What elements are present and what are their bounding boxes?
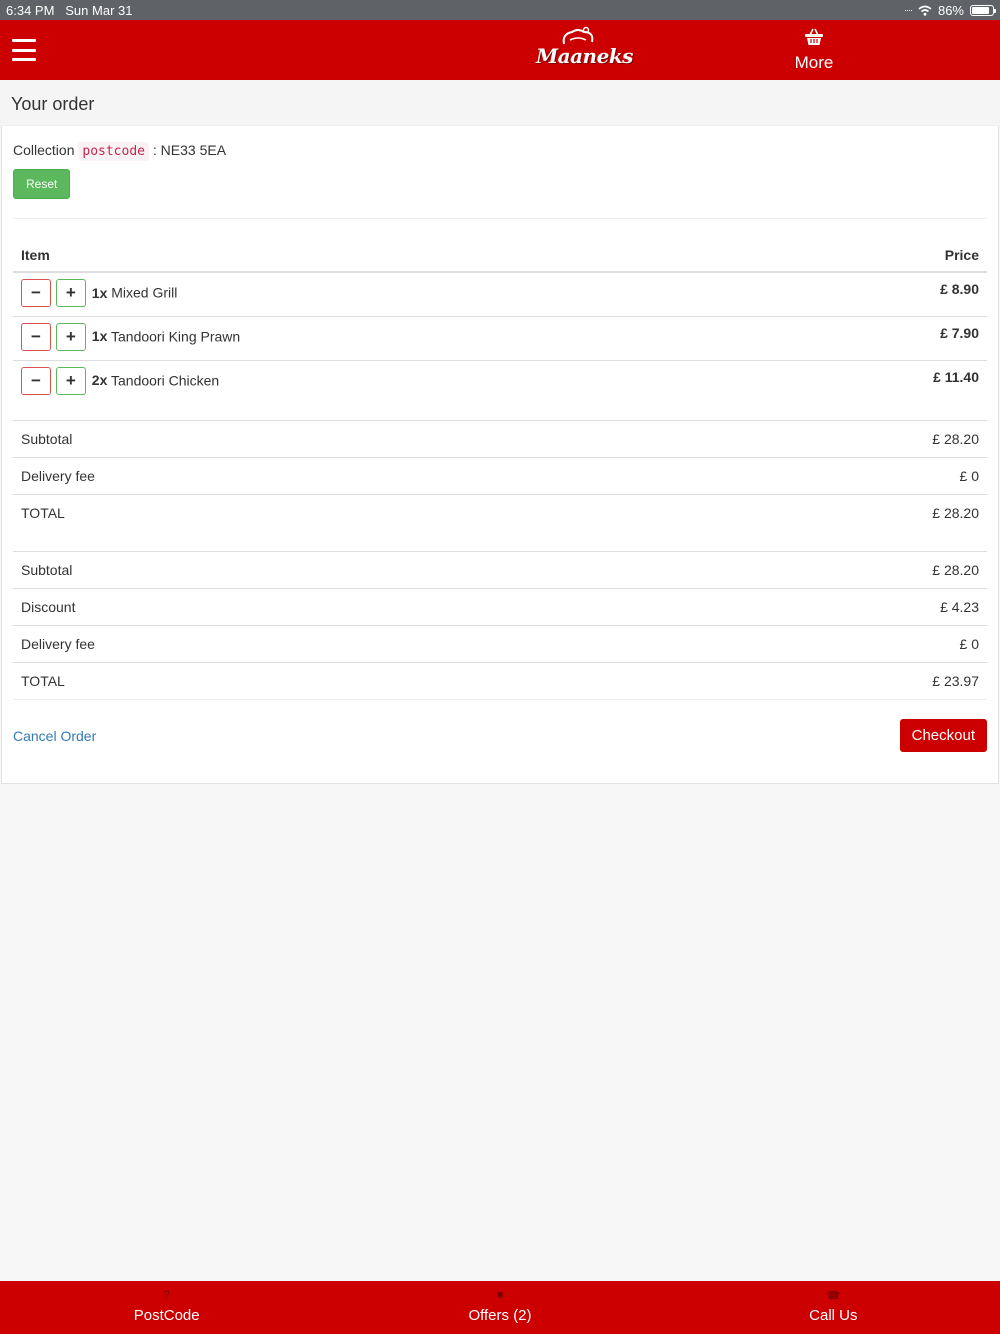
status-left: 6:34 PM Sun Mar 31 (6, 3, 132, 18)
battery-icon (970, 4, 996, 16)
totals-label: Subtotal (13, 420, 587, 458)
signal-icon: ···· (903, 5, 913, 15)
bottom-nav-bar: ? PostCode ■ Offers (2) ☎ Call Us (0, 1281, 1000, 1334)
collection-label: Collection (13, 142, 75, 158)
more-label: More (794, 53, 834, 72)
increase-quantity-button[interactable]: + (55, 366, 86, 395)
panel-heading: Your order (0, 80, 1000, 126)
totals-row: TOTAL £ 28.20 (13, 494, 987, 531)
bottom-nav-label: PostCode (133, 1307, 200, 1324)
battery-percent: 86% (937, 2, 964, 18)
decrease-quantity-button[interactable]: − (21, 366, 51, 395)
totals-value: £ 23.97 (586, 662, 987, 699)
basket-icon (805, 28, 823, 45)
reset-button[interactable]: Reset (13, 169, 71, 199)
decrease-quantity-button[interactable]: − (21, 322, 51, 351)
item-quantity: 1x (91, 328, 108, 345)
battery-fill (972, 6, 990, 14)
table-header-row: Item Price (13, 239, 987, 273)
brand-logo[interactable]: Maaneks (536, 26, 633, 74)
order-panel: Collection postcode : NE33 5EA Reset Ite… (1, 126, 999, 784)
logo-text: Maaneks (536, 44, 633, 68)
table-row: − + 1x Tandoori King Prawn £ 7.90 (13, 315, 987, 360)
item-name: Mixed Grill (111, 284, 178, 301)
table-row: − + 2x Tandoori Chicken £ 11.40 (13, 359, 987, 404)
postcode-code: postcode (78, 142, 149, 161)
item-cell: − + 2x Tandoori Chicken (13, 359, 784, 404)
item-cell: − + 1x Mixed Grill (13, 272, 784, 316)
bottom-nav-label: Offers (2) (468, 1307, 532, 1324)
page-title: Your order (11, 94, 95, 114)
totals-value: £ 4.23 (586, 588, 987, 626)
item-quantity: 1x (91, 284, 108, 301)
collection-info: Collection postcode : NE33 5EA (13, 126, 987, 161)
item-name: Tandoori Chicken (111, 372, 220, 389)
header-item: Item (13, 239, 784, 273)
status-bar: 6:34 PM Sun Mar 31 ···· 86% (0, 0, 1000, 20)
bottom-nav-postcode[interactable]: ? PostCode (0, 1281, 333, 1334)
checkout-button[interactable]: Checkout (899, 719, 987, 752)
gift-icon: ■ (496, 1289, 504, 1301)
increase-quantity-button[interactable]: + (55, 322, 86, 351)
totals-table: Subtotal £ 28.20 Delivery fee £ 0 TOTAL … (13, 420, 987, 531)
totals-value: £ 0 (586, 457, 987, 495)
increase-quantity-button[interactable]: + (55, 279, 86, 307)
totals-label: Discount (13, 588, 587, 626)
totals-row: Subtotal £ 28.20 (13, 420, 987, 458)
discounted-totals-table: Subtotal £ 28.20 Discount £ 4.23 Deliver… (13, 551, 987, 699)
cancel-order-link[interactable]: Cancel Order (13, 728, 96, 744)
decrease-quantity-button[interactable]: − (21, 279, 51, 307)
bottom-nav-label: Call Us (809, 1307, 858, 1324)
menu-icon[interactable] (12, 38, 36, 62)
header-price: Price (783, 239, 987, 273)
table-row: − + 1x Mixed Grill £ 8.90 (13, 272, 987, 316)
totals-label: TOTAL (13, 494, 587, 531)
navbar: Maaneks More (0, 20, 1000, 80)
item-quantity: 2x (91, 372, 108, 389)
totals-label: Delivery fee (13, 625, 587, 663)
totals-label: TOTAL (13, 662, 587, 699)
order-items-table: Item Price − + 1x Mixed Grill £ 8.90 − +… (13, 239, 987, 404)
bottom-nav-offers[interactable]: ■ Offers (2) (333, 1281, 666, 1334)
totals-label: Delivery fee (13, 457, 587, 495)
divider (13, 218, 987, 219)
item-cell: − + 1x Tandoori King Prawn (13, 315, 784, 360)
totals-value: £ 28.20 (586, 494, 987, 531)
wifi-icon (918, 5, 932, 16)
totals-label: Subtotal (13, 551, 587, 589)
item-price: £ 8.90 (940, 281, 979, 297)
question-icon: ? (163, 1289, 170, 1301)
bottom-nav-call[interactable]: ☎ Call Us (667, 1281, 1000, 1334)
totals-row: Delivery fee £ 0 (13, 457, 987, 495)
totals-row: Discount £ 4.23 (13, 588, 987, 626)
item-name: Tandoori King Prawn (111, 328, 241, 345)
order-actions: Cancel Order Checkout (13, 699, 987, 752)
totals-value: £ 28.20 (586, 420, 987, 458)
collection-postcode: : NE33 5EA (152, 142, 227, 158)
phone-icon: ☎ (826, 1290, 841, 1302)
status-time: 6:34 PM (6, 2, 55, 18)
item-price: £ 7.90 (783, 315, 987, 360)
status-date: Sun Mar 31 (65, 2, 133, 18)
totals-row: Delivery fee £ 0 (13, 625, 987, 663)
totals-row: Subtotal £ 28.20 (13, 551, 987, 589)
more-button[interactable]: More (780, 28, 848, 73)
totals-value: £ 28.20 (586, 551, 987, 589)
totals-row: TOTAL £ 23.97 (13, 662, 987, 699)
status-right: ···· 86% (903, 2, 996, 18)
totals-value: £ 0 (586, 625, 987, 663)
item-price: £ 11.40 (783, 359, 987, 404)
